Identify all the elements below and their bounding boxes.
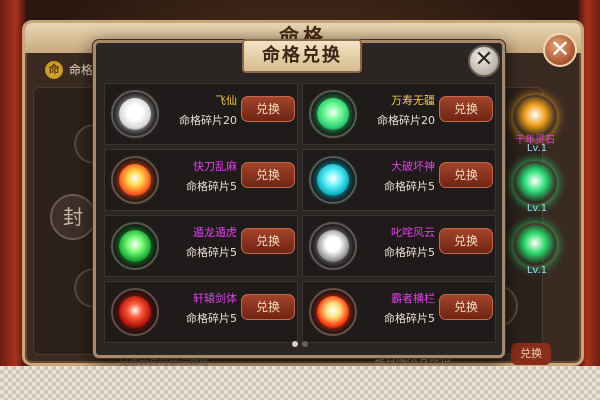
side-fate-level: Lv.1	[526, 143, 548, 154]
side-fate-level: Lv.1	[526, 203, 548, 214]
side-fate-level: Lv.1	[526, 265, 548, 276]
footer-button[interactable]: 兑换	[511, 343, 551, 365]
item-cost: 命格碎片5	[186, 246, 237, 259]
exchange-item: 大破坏神命格碎片5 兑换	[302, 149, 496, 211]
fate-orb-glow	[119, 164, 151, 196]
exchange-button[interactable]: 兑换	[241, 294, 295, 320]
transparency-background	[0, 366, 600, 400]
item-cost: 命格碎片5	[384, 312, 435, 325]
exchange-button[interactable]: 兑换	[439, 96, 493, 122]
exchange-item: 万寿无疆命格碎片20 兑换	[302, 83, 496, 145]
item-cost: 命格碎片20	[377, 114, 435, 127]
fate-orb-glow	[317, 296, 349, 328]
item-name: 遁龙遁虎	[193, 226, 237, 239]
exchange-item: 飞仙命格碎片20 兑换	[104, 83, 298, 145]
item-name: 轩辕剑体	[193, 292, 237, 305]
exchange-item: 叱咤风云命格碎片5 兑换	[302, 215, 496, 277]
item-name: 大破坏神	[391, 160, 435, 173]
exchange-button[interactable]: 兑换	[439, 162, 493, 188]
exchange-item-grid: 飞仙 命格碎片20 兑换 万寿无疆 命格碎片20 兑换 快刀乱麻 命格碎片5 兑换 大破坏神 命格碎…	[104, 83, 496, 343]
dialog-title: 命格兑换	[242, 39, 362, 73]
item-name: 叱咤风云	[391, 226, 435, 239]
exchange-button[interactable]: 兑换	[241, 162, 295, 188]
fate-orb-glow	[317, 230, 349, 262]
item-name: 飞仙	[215, 94, 237, 107]
exchange-button[interactable]: 兑换	[241, 96, 295, 122]
exchange-dialog: 命格兑换 ✕ 飞仙 命格碎片20 兑换 万寿无疆 命格碎片20 兑换 快刀乱麻 命格碎片5 兑换…	[93, 39, 505, 358]
exchange-item: 轩辕剑体命格碎片5 兑换	[104, 281, 298, 343]
exchange-item: 遁龙遁虎命格碎片5 兑换	[104, 215, 298, 277]
fate-orb-icon[interactable]	[309, 288, 357, 336]
item-name: 快刀乱麻	[193, 160, 237, 173]
exchange-button[interactable]: 兑换	[241, 228, 295, 254]
item-cost: 命格碎片5	[186, 180, 237, 193]
side-fate-orb[interactable]	[513, 223, 557, 267]
fate-orb-glow	[119, 230, 151, 262]
close-icon[interactable]: ✕	[468, 45, 500, 77]
item-cost: 命格碎片20	[179, 114, 237, 127]
fate-orb-glow	[119, 296, 151, 328]
page-indicator	[292, 341, 322, 349]
fate-orb-icon[interactable]	[111, 222, 159, 270]
side-fate-orb[interactable]	[513, 161, 557, 205]
exchange-item: 快刀乱麻命格碎片5 兑换	[104, 149, 298, 211]
fate-orb-icon[interactable]	[309, 222, 357, 270]
item-name: 霸者横栏	[391, 292, 435, 305]
exchange-item: 霸者横栏命格碎片5 兑换	[302, 281, 496, 343]
item-cost: 命格碎片5	[186, 312, 237, 325]
fate-orb-glow	[317, 98, 349, 130]
coin-icon: 命	[45, 61, 63, 79]
close-icon[interactable]: ✕	[543, 33, 577, 67]
exchange-button[interactable]: 兑换	[439, 294, 493, 320]
item-cost: 命格碎片5	[384, 180, 435, 193]
fate-orb-icon[interactable]	[111, 288, 159, 336]
item-name: 万寿无疆	[391, 94, 435, 107]
fate-orb-glow	[119, 98, 151, 130]
item-cost: 命格碎片5	[384, 246, 435, 259]
page-dot[interactable]	[292, 341, 298, 347]
page-dot[interactable]	[302, 341, 308, 347]
exchange-button[interactable]: 兑换	[439, 228, 493, 254]
fate-orb-icon[interactable]	[111, 156, 159, 204]
fate-orb-icon[interactable]	[111, 90, 159, 138]
seal-button[interactable]: 封	[50, 194, 96, 240]
fate-orb-icon[interactable]	[309, 90, 357, 138]
fate-orb-glow	[317, 164, 349, 196]
fate-orb-icon[interactable]	[309, 156, 357, 204]
